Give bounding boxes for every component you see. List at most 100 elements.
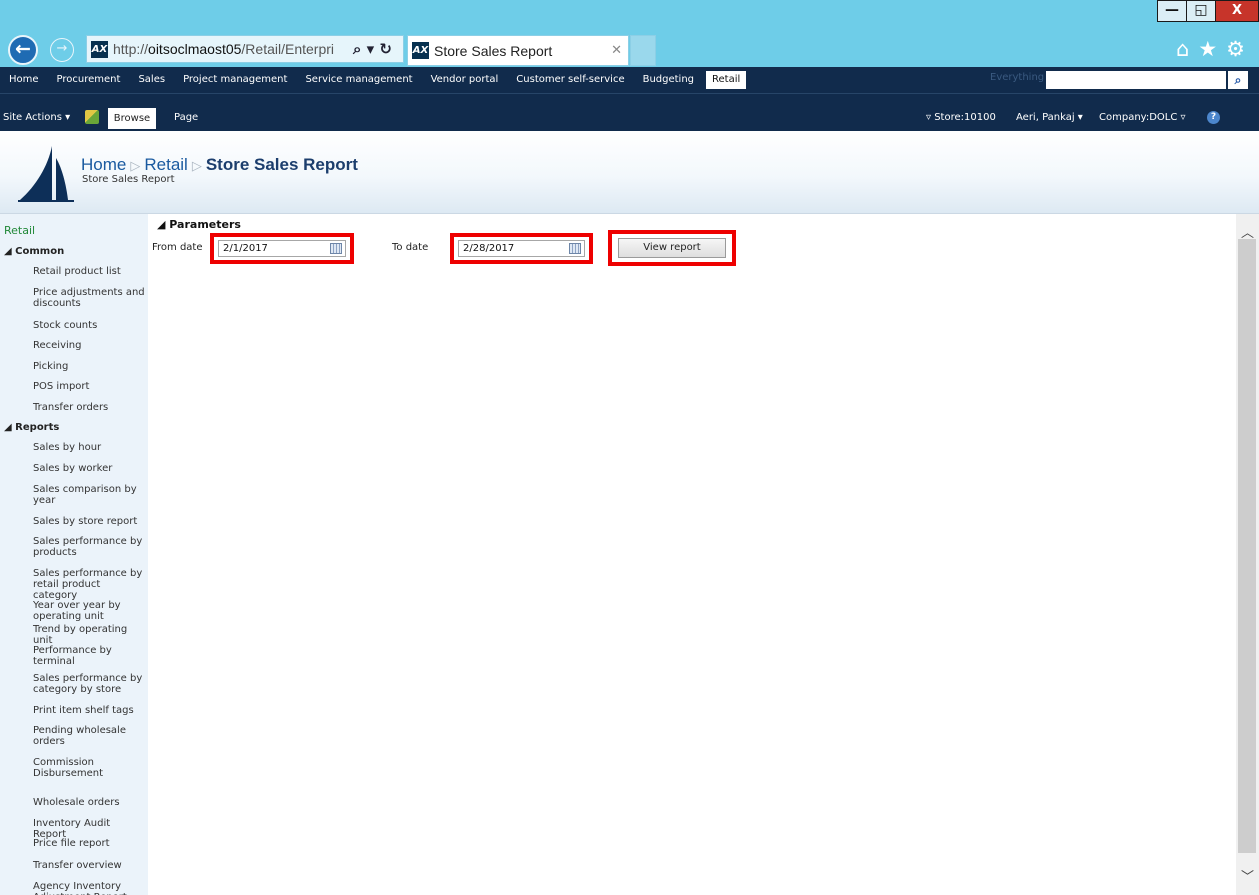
site-actions-menu[interactable]: Site Actions ▾: [3, 112, 70, 123]
quick-launch-link[interactable]: Print item shelf tags: [33, 705, 145, 716]
global-nav-item[interactable]: Home: [0, 71, 48, 89]
address-bar-actions: ⌕ ▾ ↻: [353, 40, 392, 58]
new-tab-button[interactable]: [630, 35, 656, 66]
favorites-star-icon[interactable]: ★: [1198, 37, 1217, 61]
page-header: Home ▷ Retail ▷ Store Sales Report Store Sal…: [0, 131, 1259, 214]
quick-launch-link[interactable]: Trend by operating unit: [33, 624, 145, 646]
address-bar[interactable]: AX http://oitsoclmaost05/Retail/Enterpri…: [86, 35, 404, 63]
quick-launch-section[interactable]: ◢ Common: [4, 246, 64, 257]
quick-launch-link[interactable]: Commission Disbursement: [33, 757, 145, 779]
from-date-value: 2/1/2017: [223, 243, 268, 254]
scroll-thumb[interactable]: [1238, 239, 1256, 853]
global-nav-items: Home Procurement Sales Project management Se…: [0, 71, 747, 89]
dynamics-logo-icon: [18, 146, 74, 202]
breadcrumb-retail[interactable]: Retail: [144, 155, 187, 174]
dropdown-icon[interactable]: ▾: [367, 40, 375, 58]
breadcrumb-separator-icon: ▷: [191, 158, 202, 173]
browser-tab[interactable]: AX Store Sales Report ✕: [407, 35, 629, 66]
close-window-button[interactable]: X: [1215, 0, 1259, 22]
quick-launch-link[interactable]: Wholesale orders: [33, 797, 145, 808]
quick-launch: Retail ◢ Common Retail product list Price …: [0, 214, 148, 895]
from-date-input[interactable]: 2/1/2017: [218, 240, 346, 257]
breadcrumb: Home ▷ Retail ▷ Store Sales Report: [81, 155, 358, 175]
to-date-input[interactable]: 2/28/2017: [458, 240, 585, 257]
quick-launch-section[interactable]: ◢ Reports: [4, 422, 59, 433]
maximize-button[interactable]: ◱: [1186, 0, 1216, 22]
browser-chrome: — ◱ X ← → AX http://oitsoclmaost05/Retai…: [0, 0, 1259, 67]
quick-launch-link[interactable]: Receiving: [33, 340, 145, 351]
quick-launch-link[interactable]: Sales by hour: [33, 442, 145, 453]
quick-launch-link[interactable]: Transfer orders: [33, 402, 145, 413]
global-nav-item-active[interactable]: Retail: [706, 71, 747, 89]
user-menu[interactable]: Aeri, Pankaj ▾: [1016, 112, 1083, 123]
tab-title: Store Sales Report: [434, 42, 553, 59]
tab-browse[interactable]: Browse: [108, 108, 156, 129]
from-date-label: From date: [152, 242, 203, 253]
quick-launch-link[interactable]: Year over year by operating unit: [33, 600, 145, 622]
quick-launch-link[interactable]: Performance by terminal: [33, 645, 145, 667]
search-input[interactable]: [1046, 71, 1226, 89]
breadcrumb-home[interactable]: Home: [81, 155, 126, 174]
scroll-down-icon[interactable]: ﹀: [1241, 866, 1254, 885]
back-arrow-icon[interactable]: ←: [8, 35, 38, 65]
global-nav-item[interactable]: Vendor portal: [422, 71, 508, 89]
global-nav-item[interactable]: Sales: [129, 71, 174, 89]
quick-launch-link[interactable]: Sales performance by retail product cate…: [33, 568, 145, 601]
minimize-button[interactable]: —: [1157, 0, 1187, 22]
search-icon[interactable]: ⌕: [353, 40, 361, 58]
breadcrumb-separator-icon: ▷: [130, 158, 141, 173]
quick-launch-link[interactable]: Stock counts: [33, 320, 145, 331]
ribbon-bar: Site Actions ▾ Browse Page ▿ Store:10100…: [0, 93, 1259, 131]
to-date-highlight: 2/28/2017: [450, 233, 593, 264]
quick-launch-link[interactable]: Sales by worker: [33, 463, 145, 474]
store-selector[interactable]: ▿ Store:10100: [926, 112, 996, 123]
browser-toolbar: ⌂ ★ ⚙: [1176, 37, 1245, 61]
tab-page[interactable]: Page: [174, 112, 198, 123]
quick-launch-link[interactable]: Inventory Audit Report: [33, 818, 145, 840]
quick-launch-link[interactable]: Transfer overview: [33, 860, 145, 871]
quick-launch-link[interactable]: POS import: [33, 381, 145, 392]
to-date-value: 2/28/2017: [463, 243, 515, 254]
global-nav-item[interactable]: Budgeting: [634, 71, 703, 89]
quick-launch-link[interactable]: Picking: [33, 361, 145, 372]
parameters-header[interactable]: ◢ Parameters: [157, 218, 241, 231]
company-selector[interactable]: Company:DOLC ▿: [1099, 112, 1186, 123]
window-controls: — ◱ X: [1157, 0, 1259, 22]
quick-launch-link[interactable]: Sales performance by category by store: [33, 673, 145, 695]
quick-launch-link[interactable]: Sales by store report: [33, 516, 145, 527]
close-tab-icon[interactable]: ✕: [605, 43, 628, 58]
home-icon[interactable]: ⌂: [1176, 37, 1189, 61]
quick-launch-link[interactable]: Retail product list: [33, 266, 145, 277]
search-scope-label[interactable]: Everything: [990, 72, 1044, 83]
global-nav-item[interactable]: Customer self-service: [507, 71, 633, 89]
tab-favicon-icon: AX: [412, 42, 429, 59]
vertical-scrollbar[interactable]: ︿ ﹀: [1236, 214, 1259, 895]
search-icon[interactable]: ⌕: [1228, 71, 1248, 89]
settings-gear-icon[interactable]: ⚙: [1226, 37, 1245, 61]
site-favicon-icon: AX: [91, 40, 108, 58]
quick-launch-link[interactable]: Pending wholesale orders: [33, 725, 145, 747]
view-report-highlight: View report: [608, 230, 736, 266]
quick-launch-link[interactable]: Sales comparison by year: [33, 484, 145, 506]
page-subtitle: Store Sales Report: [82, 174, 175, 185]
refresh-icon[interactable]: ↻: [379, 40, 392, 58]
calendar-icon[interactable]: [330, 243, 342, 254]
to-date-label: To date: [392, 242, 429, 253]
global-nav-item[interactable]: Project management: [174, 71, 296, 89]
edit-page-icon[interactable]: [85, 110, 99, 124]
quick-launch-link[interactable]: Agency Inventory Adjustment Report: [33, 881, 145, 895]
quick-launch-link[interactable]: Price file report: [33, 838, 145, 849]
calendar-icon[interactable]: [569, 243, 581, 254]
page-title: Store Sales Report: [205, 155, 358, 174]
from-date-highlight: 2/1/2017: [210, 233, 354, 264]
help-icon[interactable]: ?: [1207, 111, 1220, 124]
quick-launch-link[interactable]: Sales performance by products: [33, 536, 145, 558]
url-text[interactable]: http://oitsoclmaost05/Retail/Enterpri: [113, 41, 349, 57]
forward-arrow-icon[interactable]: →: [50, 38, 74, 62]
quick-launch-title[interactable]: Retail: [4, 224, 35, 237]
global-nav-bar: Home Procurement Sales Project management Se…: [0, 67, 1259, 93]
global-nav-item[interactable]: Procurement: [48, 71, 130, 89]
view-report-button[interactable]: View report: [618, 238, 726, 258]
global-nav-item[interactable]: Service management: [296, 71, 421, 89]
quick-launch-link[interactable]: Price adjustments and discounts: [33, 287, 145, 309]
